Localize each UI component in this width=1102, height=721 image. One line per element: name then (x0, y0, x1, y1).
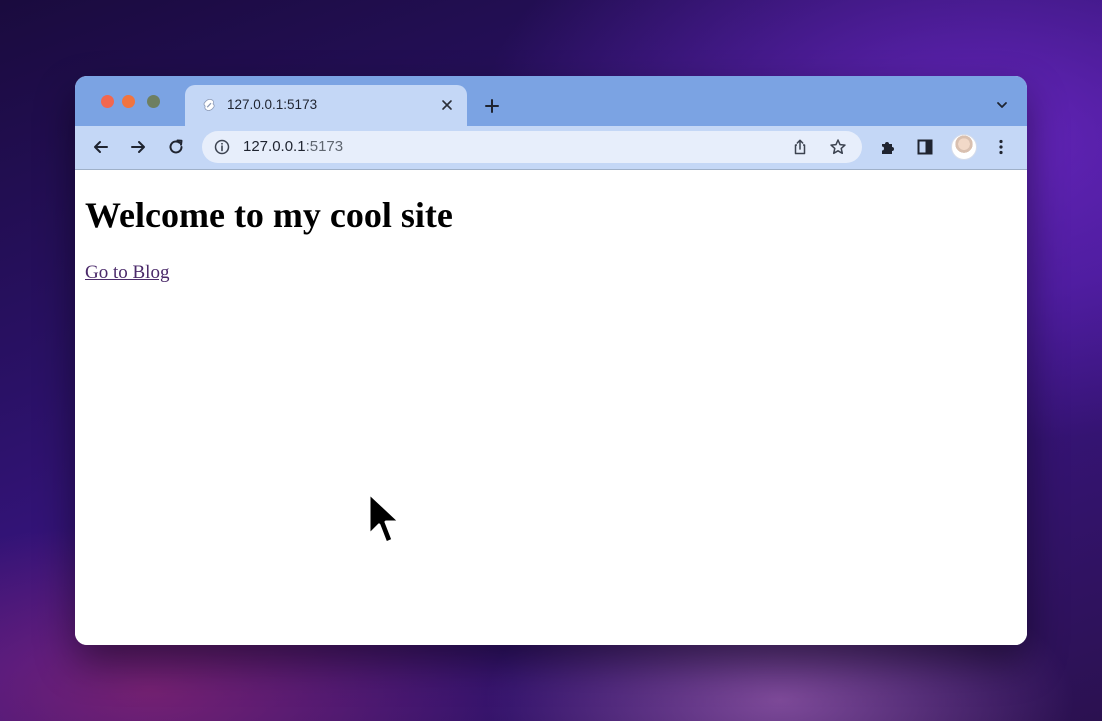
reload-icon[interactable] (162, 133, 190, 161)
extensions-puzzle-icon[interactable] (874, 133, 902, 161)
tab-strip: 127.0.0.1:5173 (75, 76, 1027, 126)
page-heading: Welcome to my cool site (85, 195, 453, 235)
tab-title: 127.0.0.1:5173 (227, 97, 318, 112)
svelte-icon (201, 97, 217, 113)
tab-search-chevron-down-icon[interactable] (993, 96, 1011, 114)
site-info-icon[interactable] (214, 139, 230, 155)
go-to-blog-link[interactable]: Go to Blog (85, 262, 169, 284)
address-port: :5173 (305, 138, 344, 155)
window-maximize-button[interactable] (147, 95, 160, 108)
bookmark-star-icon[interactable] (829, 138, 847, 156)
profile-avatar[interactable] (951, 134, 977, 160)
back-arrow-icon[interactable] (87, 133, 115, 161)
address-url: 127.0.0.1:5173 (243, 138, 343, 155)
browser-toolbar: 127.0.0.1:5173 (75, 126, 1027, 170)
side-panel-icon[interactable] (911, 133, 939, 161)
page-content: Welcome to my cool site Go to Blog (75, 170, 1027, 645)
mouse-pointer-icon (367, 491, 402, 545)
window-minimize-button[interactable] (122, 95, 135, 108)
active-tab[interactable]: 127.0.0.1:5173 (185, 85, 467, 126)
browser-window: 127.0.0.1:5173 127.0.0.1:5173 Welcome to… (75, 76, 1027, 645)
share-icon[interactable] (791, 138, 809, 156)
more-menu-dots-icon[interactable] (987, 133, 1015, 161)
new-tab-plus-icon[interactable] (480, 94, 504, 118)
address-bar[interactable]: 127.0.0.1:5173 (202, 131, 862, 163)
forward-arrow-icon[interactable] (124, 133, 152, 161)
address-host: 127.0.0.1 (243, 138, 306, 155)
close-tab-icon[interactable] (437, 95, 457, 115)
window-close-button[interactable] (101, 95, 114, 108)
